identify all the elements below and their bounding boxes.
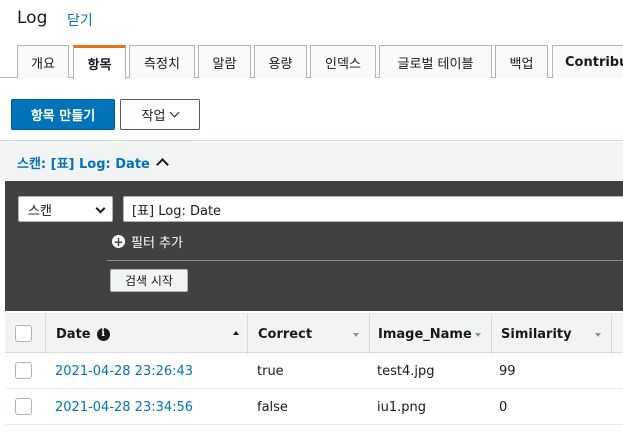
column-divider: [45, 314, 46, 354]
column-label-similarity: Similarity: [501, 326, 572, 342]
column-label-correct: Correct: [258, 326, 313, 342]
panel-divider: [107, 260, 623, 261]
sort-icon: [595, 333, 601, 337]
sort-ascending-icon: [233, 331, 239, 335]
actions-dropdown-button[interactable]: 작업: [120, 99, 200, 130]
info-icon[interactable]: i: [96, 327, 110, 341]
column-divider: [611, 314, 612, 354]
column-divider: [491, 314, 492, 354]
column-divider: [369, 314, 370, 354]
tab-capacity[interactable]: 용량: [254, 45, 307, 78]
sort-icon: [475, 333, 481, 337]
tab-alarms[interactable]: 알람: [198, 45, 251, 78]
tab-global-tables[interactable]: 글로벌 테이블: [379, 45, 492, 78]
column-label-image-name: Image_Name: [378, 326, 472, 342]
table-row[interactable]: 2021-04-28 23:26:43 true test4.jpg 99: [5, 353, 623, 389]
close-link[interactable]: 닫기: [67, 10, 93, 30]
tab-bar: 개요 항목 측정치 알람 용량 인덱스 글로벌 테이블 백업 Contribut…: [0, 45, 623, 79]
scan-target-select[interactable]: [표] Log: Date: [123, 196, 623, 222]
cell-image-name: test4.jpg: [377, 363, 435, 379]
tab-overview[interactable]: 개요: [17, 45, 69, 78]
cell-correct: false: [257, 399, 288, 415]
cell-image-name: iu1.png: [377, 399, 426, 415]
tab-items[interactable]: 항목: [73, 45, 126, 79]
start-search-button[interactable]: 검색 시작: [110, 269, 188, 292]
chevron-down-icon: [95, 203, 106, 214]
create-item-button[interactable]: 항목 만들기: [11, 99, 115, 130]
cell-similarity: 99: [499, 363, 516, 379]
title-bar: Log 닫기: [0, 0, 623, 40]
cell-similarity: 0: [499, 399, 508, 415]
column-divider: [247, 314, 248, 354]
cell-date[interactable]: 2021-04-28 23:26:43: [55, 353, 193, 389]
select-all-checkbox[interactable]: [15, 325, 32, 342]
row-checkbox[interactable]: [15, 362, 32, 379]
scan-mode-select[interactable]: 스캔: [18, 196, 113, 222]
chevron-up-icon[interactable]: [156, 158, 169, 171]
table-row[interactable]: 2021-04-28 23:34:56 false iu1.png 0: [5, 389, 623, 425]
scan-header: 스캔: [표] Log: Date: [0, 140, 623, 181]
row-checkbox[interactable]: [15, 398, 32, 415]
tab-contributor-insights[interactable]: Contributor Insights: [552, 45, 623, 78]
scan-mode-value: 스캔: [28, 203, 52, 219]
column-header-image-name[interactable]: Image_Name: [378, 314, 488, 354]
scan-target-value: [표] Log: Date: [132, 203, 222, 219]
column-header-date[interactable]: Date i: [56, 314, 246, 354]
tab-backups[interactable]: 백업: [495, 45, 548, 78]
column-header-correct[interactable]: Correct: [258, 314, 366, 354]
tab-indexes[interactable]: 인덱스: [310, 45, 376, 78]
column-label-date: Date: [56, 326, 91, 342]
plus-circle-icon: +: [112, 234, 125, 249]
tab-metrics[interactable]: 측정치: [129, 45, 195, 78]
sort-icon: [353, 333, 359, 337]
table-header: Date i Correct Image_Name Similarity: [5, 313, 623, 354]
query-panel: 스캔 [표] Log: Date + 필터 추가 검색 시작: [5, 181, 623, 311]
page-title: Log: [17, 8, 48, 28]
scan-header-label[interactable]: 스캔: [표] Log: Date: [17, 153, 150, 172]
chevron-down-icon: [170, 107, 180, 118]
cell-date[interactable]: 2021-04-28 23:34:56: [55, 389, 193, 425]
actions-label: 작업: [141, 109, 166, 124]
add-filter-button[interactable]: + 필터 추가: [112, 232, 183, 251]
column-header-similarity[interactable]: Similarity: [501, 314, 609, 354]
add-filter-label: 필터 추가: [131, 236, 183, 251]
cell-correct: true: [257, 363, 284, 379]
